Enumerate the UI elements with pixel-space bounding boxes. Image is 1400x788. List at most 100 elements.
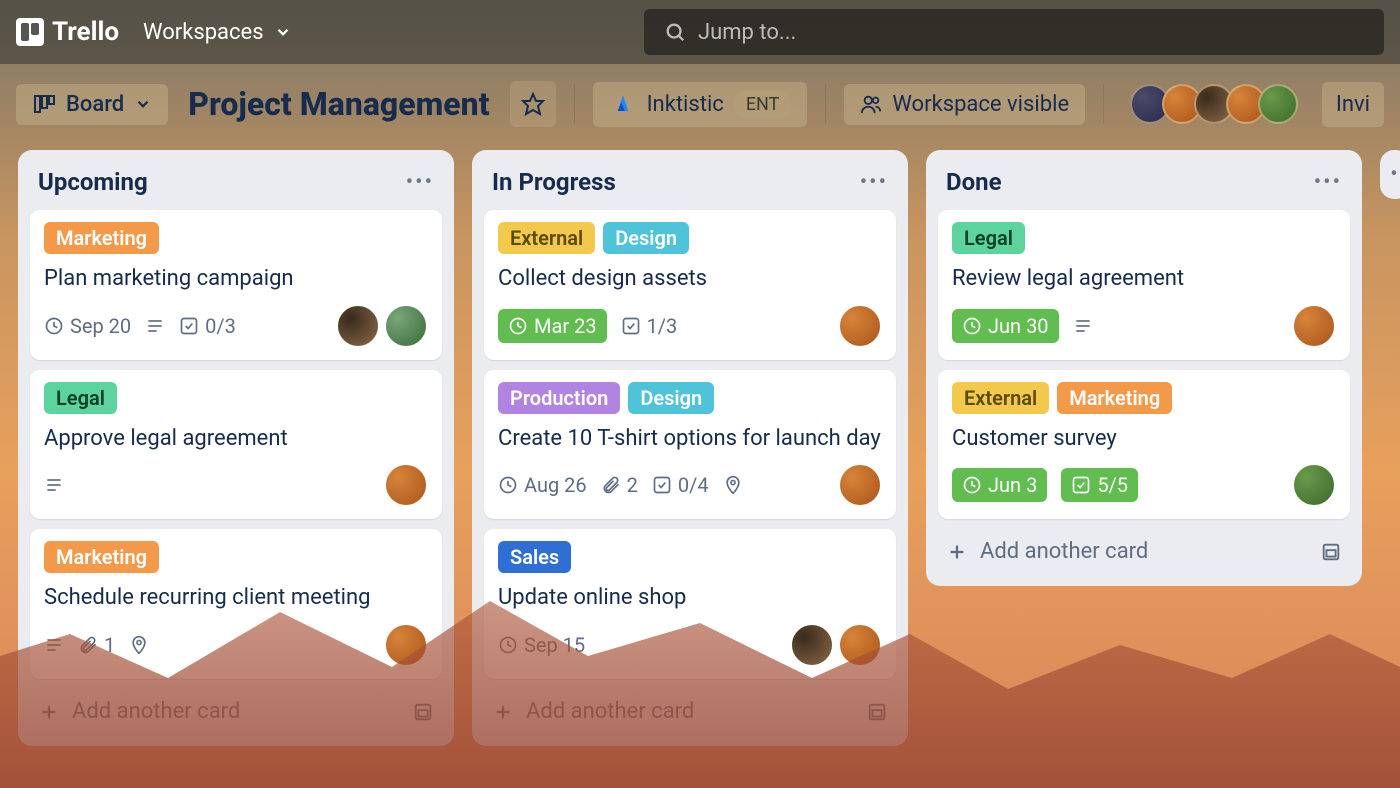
workspaces-label: Workspaces <box>143 20 264 45</box>
card-labels: Sales <box>498 541 882 573</box>
card-footer: Mar 23 1/3 <box>498 304 882 348</box>
card-title: Create 10 T-shirt options for launch day <box>498 424 882 454</box>
checklist-badge: 0/4 <box>652 473 709 497</box>
brand-logo[interactable]: Trello <box>16 17 119 47</box>
chevron-down-icon <box>274 23 292 41</box>
card-label[interactable]: Marketing <box>44 541 159 573</box>
due-date-badge[interactable]: Mar 23 <box>498 309 607 343</box>
board-view-switcher[interactable]: Board <box>16 84 168 125</box>
description-icon <box>1073 316 1093 336</box>
card-footer <box>44 463 428 507</box>
due-date-badge[interactable]: Aug 26 <box>498 473 587 497</box>
board-members[interactable] <box>1138 84 1298 124</box>
list-title[interactable]: Done <box>946 168 1002 196</box>
card-label[interactable]: Marketing <box>1057 382 1172 414</box>
description-icon <box>44 475 64 495</box>
card-title: Plan marketing campaign <box>44 264 428 294</box>
board-header: Board Project Management Inktistic ENT W… <box>0 68 1400 140</box>
card-label[interactable]: External <box>498 222 595 254</box>
card-member-avatar[interactable] <box>1292 463 1336 507</box>
card-label[interactable]: External <box>952 382 1049 414</box>
due-date-badge[interactable]: Jun 30 <box>952 309 1059 343</box>
card-members <box>1292 463 1336 507</box>
chevron-down-icon <box>134 95 152 113</box>
card-title: Collect design assets <box>498 264 882 294</box>
card-template-button[interactable] <box>1320 541 1342 563</box>
avatar[interactable] <box>1258 84 1298 124</box>
card-labels: Legal <box>952 222 1336 254</box>
card-member-avatar[interactable] <box>838 463 882 507</box>
card-members <box>384 463 428 507</box>
card-member-avatar[interactable] <box>790 623 834 667</box>
card-labels: ExternalMarketing <box>952 382 1336 414</box>
card-title: Approve legal agreement <box>44 424 428 454</box>
card-labels: Marketing <box>44 541 428 573</box>
card-labels: ExternalDesign <box>498 222 882 254</box>
location-icon <box>723 475 743 495</box>
card-members <box>838 463 882 507</box>
due-date-badge[interactable]: Sep 20 <box>44 314 131 338</box>
card-labels: Legal <box>44 382 428 414</box>
card-label[interactable]: Design <box>603 222 689 254</box>
card-member-avatar[interactable] <box>1292 304 1336 348</box>
card-label[interactable]: Design <box>628 382 714 414</box>
org-badge: ENT <box>734 90 792 119</box>
view-label: Board <box>66 92 124 117</box>
card-member-avatar[interactable] <box>838 304 882 348</box>
card-member-avatar[interactable] <box>384 463 428 507</box>
card-member-avatar[interactable] <box>384 304 428 348</box>
card[interactable]: Legal Approve legal agreement <box>30 370 442 520</box>
card-members <box>336 304 428 348</box>
card-label[interactable]: Marketing <box>44 222 159 254</box>
org-pill[interactable]: Inktistic ENT <box>593 82 808 127</box>
card-footer: Sep 20 0/3 <box>44 304 428 348</box>
card-members <box>1292 304 1336 348</box>
board-icon <box>32 92 56 116</box>
visibility-label: Workspace visible <box>892 92 1069 117</box>
card-label[interactable]: Sales <box>498 541 571 573</box>
card-member-avatar[interactable] <box>336 304 380 348</box>
card[interactable]: ExternalMarketing Customer survey Jun 35… <box>938 370 1350 520</box>
checklist-badge: 0/3 <box>179 314 236 338</box>
star-board-button[interactable] <box>510 81 556 127</box>
card-footer: Jun 35/5 <box>952 463 1336 507</box>
search-input[interactable]: Jump to... <box>644 9 1384 55</box>
workspaces-dropdown[interactable]: Workspaces <box>143 20 292 45</box>
list-menu-button[interactable]: ••• <box>860 170 888 195</box>
list-menu-button[interactable]: ••• <box>1314 170 1342 195</box>
card-label[interactable]: Production <box>498 382 620 414</box>
card-title: Update online shop <box>498 583 882 613</box>
list-header: Done ••• <box>938 162 1350 200</box>
card-labels: Marketing <box>44 222 428 254</box>
add-card-button[interactable]: Add another card <box>938 529 1350 574</box>
card-footer: Jun 30 <box>952 304 1336 348</box>
list: • <box>1380 150 1400 199</box>
due-date-badge[interactable]: Jun 3 <box>952 468 1047 502</box>
people-icon <box>860 93 882 115</box>
atlassian-icon <box>609 90 637 118</box>
divider <box>825 84 826 124</box>
list-menu-button[interactable]: ••• <box>406 170 434 195</box>
list-title[interactable]: In Progress <box>492 168 616 196</box>
star-icon <box>521 92 545 116</box>
checklist-badge: 1/3 <box>621 314 678 338</box>
card-label[interactable]: Legal <box>952 222 1025 254</box>
org-name: Inktistic <box>647 92 724 117</box>
brand-name: Trello <box>52 17 119 47</box>
card[interactable]: Marketing Plan marketing campaign Sep 20… <box>30 210 442 360</box>
card-title: Review legal agreement <box>952 264 1336 294</box>
visibility-button[interactable]: Workspace visible <box>844 84 1085 125</box>
card[interactable]: Legal Review legal agreement Jun 30 <box>938 210 1350 360</box>
description-icon <box>145 316 165 336</box>
board-title[interactable]: Project Management <box>188 85 489 123</box>
list-title[interactable]: Upcoming <box>38 168 148 196</box>
card[interactable]: ProductionDesign Create 10 T-shirt optio… <box>484 370 896 520</box>
divider <box>574 84 575 124</box>
card-title: Customer survey <box>952 424 1336 454</box>
card[interactable]: ExternalDesign Collect design assets Mar… <box>484 210 896 360</box>
card-title: Schedule recurring client meeting <box>44 583 428 613</box>
card-label[interactable]: Legal <box>44 382 117 414</box>
invite-button[interactable]: Invi <box>1322 82 1384 127</box>
list-menu-button[interactable]: • <box>1384 162 1400 187</box>
search-placeholder: Jump to... <box>698 20 796 45</box>
